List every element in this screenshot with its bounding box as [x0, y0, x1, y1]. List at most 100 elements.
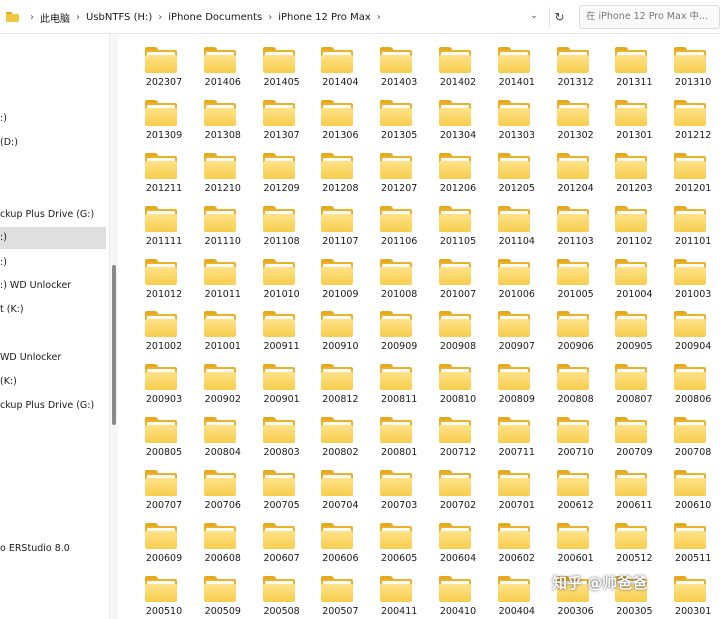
folder-item[interactable]: 201107 — [316, 199, 375, 252]
breadcrumb-iphone-documents[interactable]: iPhone Documents — [168, 12, 262, 23]
chevron-down-icon[interactable]: ⌄ — [528, 10, 540, 22]
nav-item[interactable]: :) — [0, 108, 106, 130]
folder-item[interactable]: 201301 — [610, 93, 669, 146]
folder-item[interactable]: 200907 — [493, 304, 552, 357]
folder-item[interactable]: 201305 — [375, 93, 434, 146]
folder-item[interactable]: 200508 — [258, 569, 317, 619]
folder-item[interactable]: 200601 — [552, 516, 611, 569]
folder-item[interactable]: 201309 — [140, 93, 199, 146]
folder-item[interactable]: 201111 — [140, 199, 199, 252]
folder-item[interactable]: 200903 — [140, 357, 199, 410]
folder-item[interactable]: 201401 — [493, 40, 552, 93]
folder-item[interactable]: 201005 — [552, 252, 611, 305]
folder-item[interactable]: 201104 — [493, 199, 552, 252]
folder-item[interactable]: 201110 — [199, 199, 258, 252]
folder-item[interactable]: 200804 — [199, 410, 258, 463]
folder-item[interactable]: 200810 — [434, 357, 493, 410]
nav-item[interactable]: :) — [0, 252, 106, 274]
folder-item[interactable]: 201310 — [669, 40, 720, 93]
folder-item[interactable]: 201103 — [552, 199, 611, 252]
folder-item[interactable]: 200712 — [434, 410, 493, 463]
folder-item[interactable]: 201105 — [434, 199, 493, 252]
folder-item[interactable]: 201206 — [434, 146, 493, 199]
nav-item[interactable]: :) WD Unlocker — [0, 275, 106, 297]
folder-item[interactable]: 200703 — [375, 463, 434, 516]
folder-item[interactable]: 201307 — [258, 93, 317, 146]
nav-item[interactable]: o ERStudio 8.0 — [0, 538, 106, 560]
folder-item[interactable]: 200711 — [493, 410, 552, 463]
folder-item[interactable]: 201406 — [199, 40, 258, 93]
nav-item[interactable]: WD Unlocker — [0, 347, 106, 369]
folder-item[interactable]: 201102 — [610, 199, 669, 252]
folder-item[interactable]: 201007 — [434, 252, 493, 305]
folder-item[interactable]: 200803 — [258, 410, 317, 463]
folder-item[interactable]: 201002 — [140, 304, 199, 357]
folder-item[interactable]: 201201 — [669, 146, 720, 199]
folder-item[interactable]: 200806 — [669, 357, 720, 410]
folder-item[interactable]: 200411 — [375, 569, 434, 619]
nav-item[interactable]: ckup Plus Drive (G:) — [0, 395, 106, 417]
folder-item[interactable]: 201405 — [258, 40, 317, 93]
folder-item[interactable]: 201004 — [610, 252, 669, 305]
folder-item[interactable]: 200808 — [552, 357, 611, 410]
nav-item[interactable]: ckup Plus Drive (G:) — [0, 204, 106, 226]
folder-item[interactable]: 201106 — [375, 199, 434, 252]
folder-item[interactable]: 200812 — [316, 357, 375, 410]
folder-item[interactable]: 201302 — [552, 93, 611, 146]
folder-item[interactable]: 200611 — [610, 463, 669, 516]
folder-item[interactable]: 201006 — [493, 252, 552, 305]
nav-scrollbar-thumb[interactable] — [112, 265, 116, 425]
chevron-right-icon[interactable]: › — [268, 12, 272, 23]
folder-item[interactable]: 200708 — [669, 410, 720, 463]
folder-item[interactable]: 201304 — [434, 93, 493, 146]
folder-item[interactable]: 200605 — [375, 516, 434, 569]
folder-item[interactable]: 201003 — [669, 252, 720, 305]
folder-item[interactable]: 200906 — [552, 304, 611, 357]
folder-item[interactable]: 200905 — [610, 304, 669, 357]
folder-item[interactable]: 201210 — [199, 146, 258, 199]
folder-item[interactable]: 200910 — [316, 304, 375, 357]
folder-item[interactable]: 201208 — [316, 146, 375, 199]
refresh-button[interactable]: ↻ — [549, 7, 569, 27]
folder-item[interactable]: 201209 — [258, 146, 317, 199]
navigation-pane[interactable]: :) (D:) ckup Plus Drive (G:) :) :) :) WD… — [0, 34, 110, 619]
folder-item[interactable]: 200707 — [140, 463, 199, 516]
folder-item[interactable]: 200607 — [258, 516, 317, 569]
nav-item[interactable]: t (K:) — [0, 299, 106, 321]
folder-item[interactable]: 201101 — [669, 199, 720, 252]
folder-item[interactable]: 200702 — [434, 463, 493, 516]
folder-item[interactable]: 201207 — [375, 146, 434, 199]
folder-item[interactable]: 201303 — [493, 93, 552, 146]
file-list[interactable]: 202307 201406 201405 201404 201403 201402 2014… — [120, 34, 720, 619]
folder-item[interactable]: 201108 — [258, 199, 317, 252]
folder-item[interactable]: 201403 — [375, 40, 434, 93]
folder-item[interactable]: 201011 — [199, 252, 258, 305]
nav-item[interactable]: (D:) — [0, 132, 106, 154]
folder-item[interactable]: 200602 — [493, 516, 552, 569]
folder-item[interactable]: 200911 — [258, 304, 317, 357]
folder-item[interactable]: 200909 — [375, 304, 434, 357]
folder-item[interactable]: 201308 — [199, 93, 258, 146]
breadcrumb-this-pc[interactable]: 此电脑 — [40, 10, 70, 25]
chevron-right-icon[interactable]: › — [158, 12, 162, 23]
folder-item[interactable]: 200301 — [669, 569, 720, 619]
folder-item[interactable]: 201312 — [552, 40, 611, 93]
folder-item[interactable]: 201012 — [140, 252, 199, 305]
folder-item[interactable]: 200805 — [140, 410, 199, 463]
folder-item[interactable]: 200904 — [669, 304, 720, 357]
folder-item[interactable]: 202307 — [140, 40, 199, 93]
folder-item[interactable]: 200512 — [610, 516, 669, 569]
chevron-right-icon[interactable]: › — [377, 12, 381, 23]
folder-item[interactable]: 200404 — [493, 569, 552, 619]
folder-item[interactable]: 200606 — [316, 516, 375, 569]
folder-item[interactable]: 200706 — [199, 463, 258, 516]
folder-item[interactable]: 200608 — [199, 516, 258, 569]
folder-item[interactable]: 200410 — [434, 569, 493, 619]
folder-item[interactable]: 200802 — [316, 410, 375, 463]
folder-item[interactable]: 201205 — [493, 146, 552, 199]
folder-item[interactable]: 201404 — [316, 40, 375, 93]
folder-item[interactable]: 201402 — [434, 40, 493, 93]
address-bar[interactable]: › 此电脑 › UsbNTFS (H:) › iPhone Documents … — [0, 0, 720, 34]
folder-item[interactable]: 200705 — [258, 463, 317, 516]
folder-item[interactable]: 200811 — [375, 357, 434, 410]
